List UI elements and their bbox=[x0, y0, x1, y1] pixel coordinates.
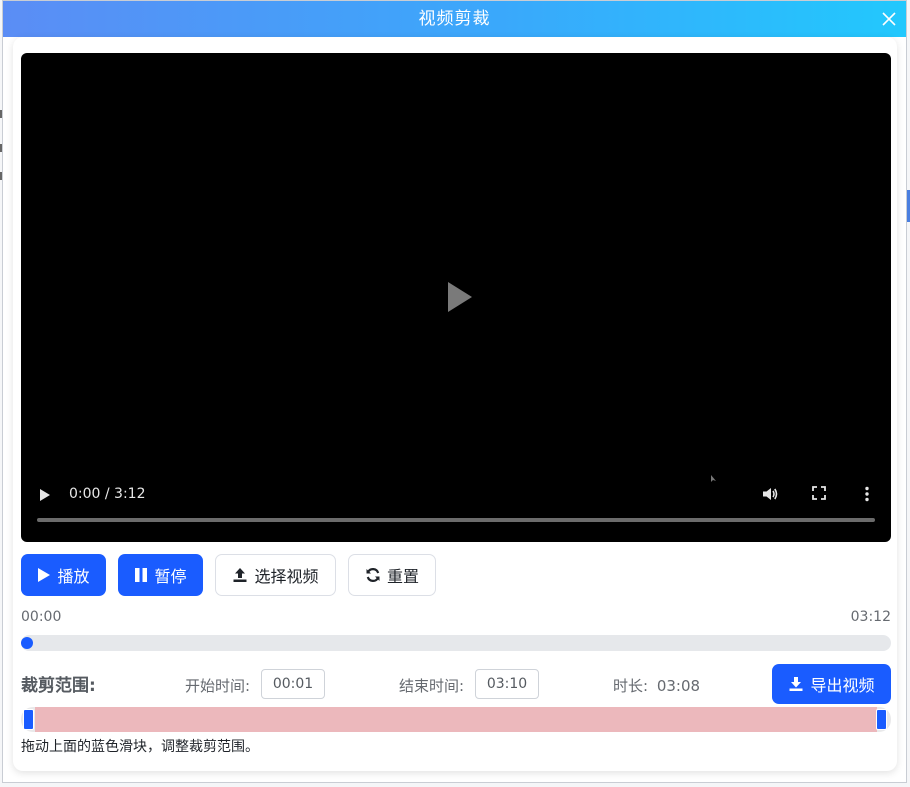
video-play-icon[interactable] bbox=[39, 487, 51, 501]
timeline-slider[interactable] bbox=[21, 635, 891, 651]
video-trim-dialog: 视频剪裁 0:00 / 3:12 播放 暂停 选择视频 重置 00:00 03:… bbox=[2, 0, 907, 783]
dialog-titlebar: 视频剪裁 bbox=[3, 1, 906, 37]
reset-button[interactable]: 重置 bbox=[348, 554, 436, 596]
duration-value: 03:08 bbox=[656, 677, 701, 695]
export-video-button[interactable]: 导出视频 bbox=[772, 664, 891, 704]
video-progress-bar[interactable] bbox=[37, 518, 875, 522]
play-button-label: 播放 bbox=[57, 567, 90, 586]
pause-button[interactable]: 暂停 bbox=[118, 554, 203, 596]
reset-button-label: 重置 bbox=[386, 567, 419, 586]
timeline-thumb[interactable] bbox=[21, 637, 33, 649]
trim-selected-range bbox=[35, 707, 877, 732]
dialog-title: 视频剪裁 bbox=[418, 9, 491, 29]
timeline-start-label: 00:00 bbox=[21, 609, 62, 625]
timeline-end-label: 03:12 bbox=[850, 609, 891, 625]
start-time-label: 开始时间: bbox=[185, 677, 251, 695]
trim-range-title: 裁剪范围: bbox=[21, 676, 96, 696]
pause-button-label: 暂停 bbox=[154, 567, 187, 586]
start-time-input[interactable] bbox=[261, 669, 325, 699]
trim-hint-text: 拖动上面的蓝色滑块，调整裁剪范围。 bbox=[21, 739, 259, 755]
mouse-cursor-icon bbox=[711, 468, 717, 482]
more-options-icon[interactable] bbox=[861, 485, 873, 503]
trim-end-handle[interactable] bbox=[876, 709, 887, 730]
video-time-display: 0:00 / 3:12 bbox=[69, 486, 146, 502]
duration-display: 时长: 03:08 bbox=[613, 675, 700, 696]
play-icon bbox=[38, 568, 51, 582]
trim-range-slider[interactable] bbox=[21, 707, 891, 732]
trim-card: 0:00 / 3:12 播放 暂停 选择视频 重置 00:00 03:12 裁剪… bbox=[13, 37, 897, 771]
end-time-input[interactable] bbox=[475, 669, 539, 699]
refresh-icon bbox=[366, 568, 380, 582]
volume-icon[interactable] bbox=[761, 485, 779, 503]
close-icon[interactable] bbox=[880, 10, 898, 28]
fullscreen-icon[interactable] bbox=[811, 485, 827, 501]
export-video-button-label: 导出视频 bbox=[810, 676, 875, 695]
video-player[interactable]: 0:00 / 3:12 bbox=[21, 53, 891, 542]
select-video-button-label: 选择视频 bbox=[254, 567, 319, 586]
end-time-label: 结束时间: bbox=[399, 677, 465, 695]
big-play-icon[interactable] bbox=[446, 281, 474, 313]
select-video-button[interactable]: 选择视频 bbox=[215, 554, 336, 596]
duration-label: 时长: bbox=[613, 677, 649, 695]
play-button[interactable]: 播放 bbox=[21, 554, 106, 596]
upload-icon bbox=[233, 568, 247, 582]
trim-start-handle[interactable] bbox=[23, 709, 34, 730]
pause-icon bbox=[135, 568, 148, 582]
download-icon bbox=[789, 677, 803, 691]
